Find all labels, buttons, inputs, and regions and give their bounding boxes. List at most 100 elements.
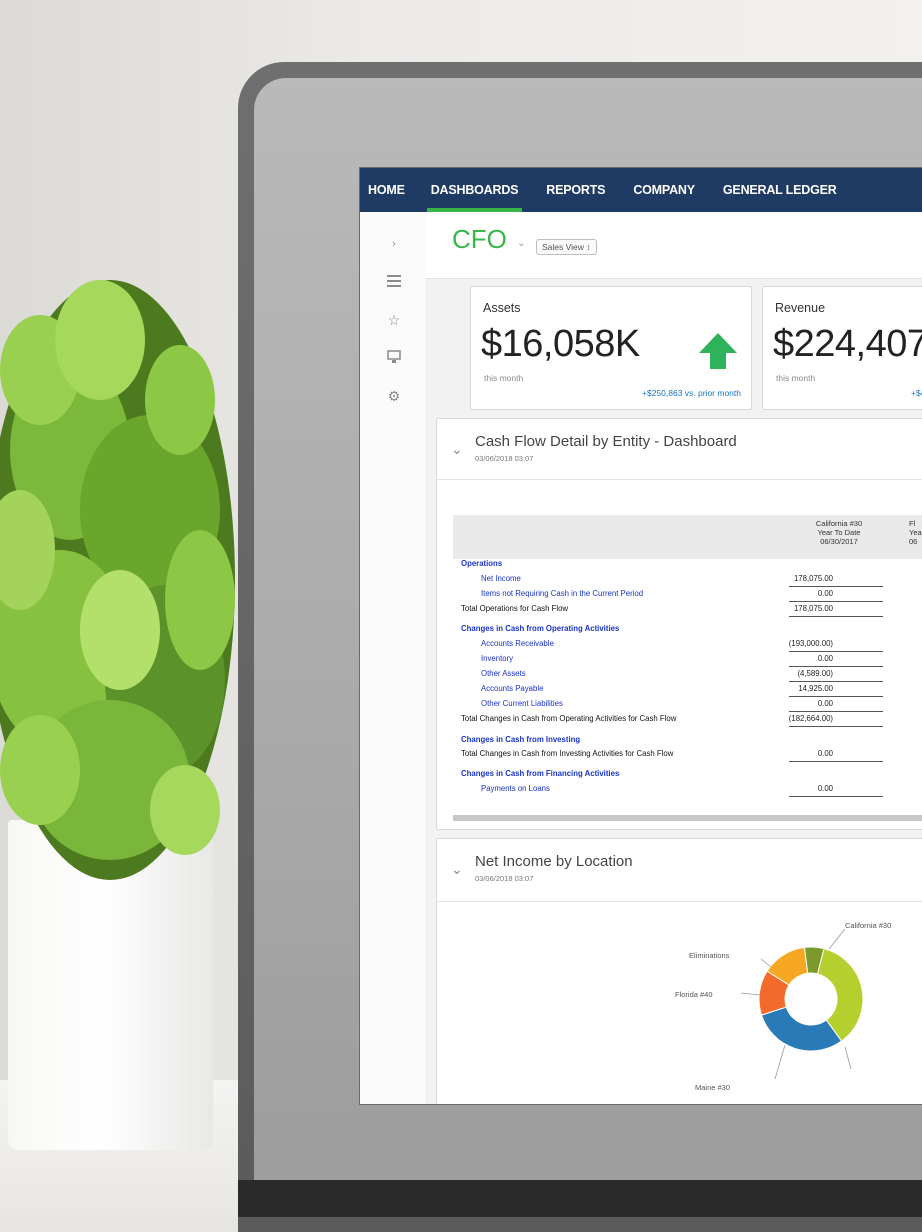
panel-divider xyxy=(437,901,922,902)
row-label: Total Operations for Cash Flow xyxy=(461,604,569,613)
cell-underline xyxy=(789,651,883,652)
kpi-change-link[interactable]: +$250,863 vs. prior month xyxy=(642,388,741,398)
net-income-donut-chart xyxy=(740,928,864,1080)
app-screen: HOME DASHBOARDS REPORTS COMPANY GENERAL … xyxy=(360,168,922,1104)
panel-timestamp: 03/06/2018 03:07 xyxy=(475,874,534,883)
cell-underline xyxy=(789,586,883,587)
row-label-link[interactable]: Payments on Loans xyxy=(481,784,550,793)
chart-label-maine: Maine #30 xyxy=(695,1083,731,1092)
row-label: Operations xyxy=(461,559,503,568)
horizontal-scrollbar[interactable] xyxy=(453,815,922,821)
nav-home[interactable]: HOME xyxy=(360,168,417,212)
view-selector[interactable]: Sales View ↕ xyxy=(536,239,597,255)
row-label-link[interactable]: Other Current Liabilities xyxy=(481,699,563,708)
cell-california: (182,664.00) xyxy=(788,714,833,723)
collapse-chevron-icon[interactable]: ⌄ xyxy=(451,861,463,878)
top-navigation: HOME DASHBOARDS REPORTS COMPANY GENERAL … xyxy=(360,168,922,212)
cell-underline xyxy=(789,796,883,797)
cell-underline xyxy=(789,711,883,712)
cell-california: 0.00 xyxy=(817,589,833,598)
arrow-up-icon xyxy=(699,333,737,369)
kpi-change-link[interactable]: +$49, xyxy=(911,388,922,398)
column-header-line: 06 xyxy=(909,537,918,546)
collapse-chevron-icon[interactable]: ⌄ xyxy=(451,441,463,458)
nav-reports[interactable]: REPORTS xyxy=(532,168,619,212)
cell-california: 14,925.00 xyxy=(798,684,833,693)
row-label: Total Changes in Cash from Operating Act… xyxy=(461,714,677,723)
monitor-icon[interactable] xyxy=(386,350,402,366)
plant-foliage xyxy=(0,280,235,880)
star-icon[interactable]: ☆ xyxy=(386,312,402,328)
kpi-label: Assets xyxy=(483,301,521,315)
page-title: CFO xyxy=(452,224,507,254)
list-icon[interactable] xyxy=(386,274,402,290)
cell-california: 0.00 xyxy=(817,749,833,758)
table-row: Changes in Cash from Investing xyxy=(461,735,922,749)
cell-california: 0.00 xyxy=(817,699,833,708)
panel-title: Cash Flow Detail by Entity - Dashboard xyxy=(475,433,737,450)
nav-dashboards[interactable]: DASHBOARDS xyxy=(417,168,533,212)
leader-line-unlabeled xyxy=(844,1046,852,1070)
kpi-period: this month xyxy=(484,373,524,383)
chart-label-california: California #30 xyxy=(845,921,892,930)
kpi-label: Revenue xyxy=(775,301,826,315)
cell-underline xyxy=(789,696,883,697)
row-label-link[interactable]: Inventory xyxy=(481,654,513,663)
leader-line-maine xyxy=(774,1044,786,1080)
panel-title: Net Income by Location xyxy=(475,853,633,870)
cell-california: (193,000.00) xyxy=(788,639,833,648)
row-label-link[interactable]: Accounts Receivable xyxy=(481,639,554,648)
row-label-link[interactable]: Other Assets xyxy=(481,669,526,678)
cell-california: 0.00 xyxy=(817,784,833,793)
net-income-panel: ⌄ Net Income by Location 03/06/2018 03:0… xyxy=(436,838,922,1104)
column-header-line: Year To Date xyxy=(817,528,861,537)
column-header-line: California #30 xyxy=(815,519,863,528)
row-label-link[interactable]: Items not Requiring Cash in the Current … xyxy=(481,589,643,598)
table-row: Changes in Cash from Operating Activitie… xyxy=(461,624,922,638)
cell-california: (4,589.00) xyxy=(797,669,833,678)
kpi-period: this month xyxy=(776,373,816,383)
kpi-value: $16,058K xyxy=(481,323,640,365)
chevron-right-icon[interactable]: › xyxy=(386,236,402,252)
cell-underline xyxy=(789,726,883,727)
dashboard-title-bar: CFO ⌄ Sales View ↕ xyxy=(426,212,922,279)
row-label: Changes in Cash from Investing xyxy=(461,735,581,744)
nav-company[interactable]: COMPANY xyxy=(619,168,709,212)
leader-line-florida xyxy=(740,992,762,996)
column-header-california: California #30 Year To Date 06/30/2017 xyxy=(799,519,879,546)
kpi-value: $224,407 xyxy=(773,323,922,365)
column-header-line: Fl xyxy=(909,519,916,528)
chart-label-eliminations: Eliminations xyxy=(689,951,730,960)
laptop-keyboard-edge xyxy=(238,1180,922,1217)
cell-underline xyxy=(789,666,883,667)
donut-slice[interactable] xyxy=(760,1006,843,1052)
leader-line-eliminations xyxy=(760,958,772,968)
cash-flow-panel: ⌄ Cash Flow Detail by Entity - Dashboard… xyxy=(436,418,922,830)
cell-underline xyxy=(789,616,883,617)
kpi-card-revenue[interactable]: Revenue $224,407 this month +$49, xyxy=(762,286,922,410)
row-label-link[interactable]: Accounts Payable xyxy=(481,684,543,693)
table-row: Changes in Cash from Financing Activitie… xyxy=(461,769,922,783)
column-header-florida: Fl Yea 06 xyxy=(909,519,922,546)
cell-underline xyxy=(789,601,883,602)
column-header-line: 06/30/2017 xyxy=(820,537,858,546)
nav-general-ledger[interactable]: GENERAL LEDGER xyxy=(709,168,851,212)
row-label: Changes in Cash from Operating Activitie… xyxy=(461,624,620,633)
cell-california: 0.00 xyxy=(817,654,833,663)
row-label: Total Changes in Cash from Investing Act… xyxy=(461,749,674,758)
panel-divider xyxy=(437,479,922,480)
cell-california: 178,075.00 xyxy=(793,574,833,583)
cell-underline xyxy=(789,761,883,762)
column-header-line: Yea xyxy=(909,528,922,537)
cell-california: 178,075.00 xyxy=(793,604,833,613)
title-dropdown-caret-icon[interactable]: ⌄ xyxy=(517,238,525,249)
row-label: Changes in Cash from Financing Activitie… xyxy=(461,769,620,778)
gear-icon[interactable]: ⚙ xyxy=(386,388,402,404)
kpi-card-assets[interactable]: Assets $16,058K this month +$250,863 vs.… xyxy=(470,286,752,410)
row-label-link[interactable]: Net Income xyxy=(481,574,521,583)
leader-line-california xyxy=(828,928,846,950)
left-sidebar: › ☆ ⚙ xyxy=(360,212,427,1104)
chart-label-florida: Florida #40 xyxy=(675,990,713,999)
table-row: Operations xyxy=(461,559,922,573)
main-content: CFO ⌄ Sales View ↕ Assets $16,058K this … xyxy=(426,212,922,1104)
